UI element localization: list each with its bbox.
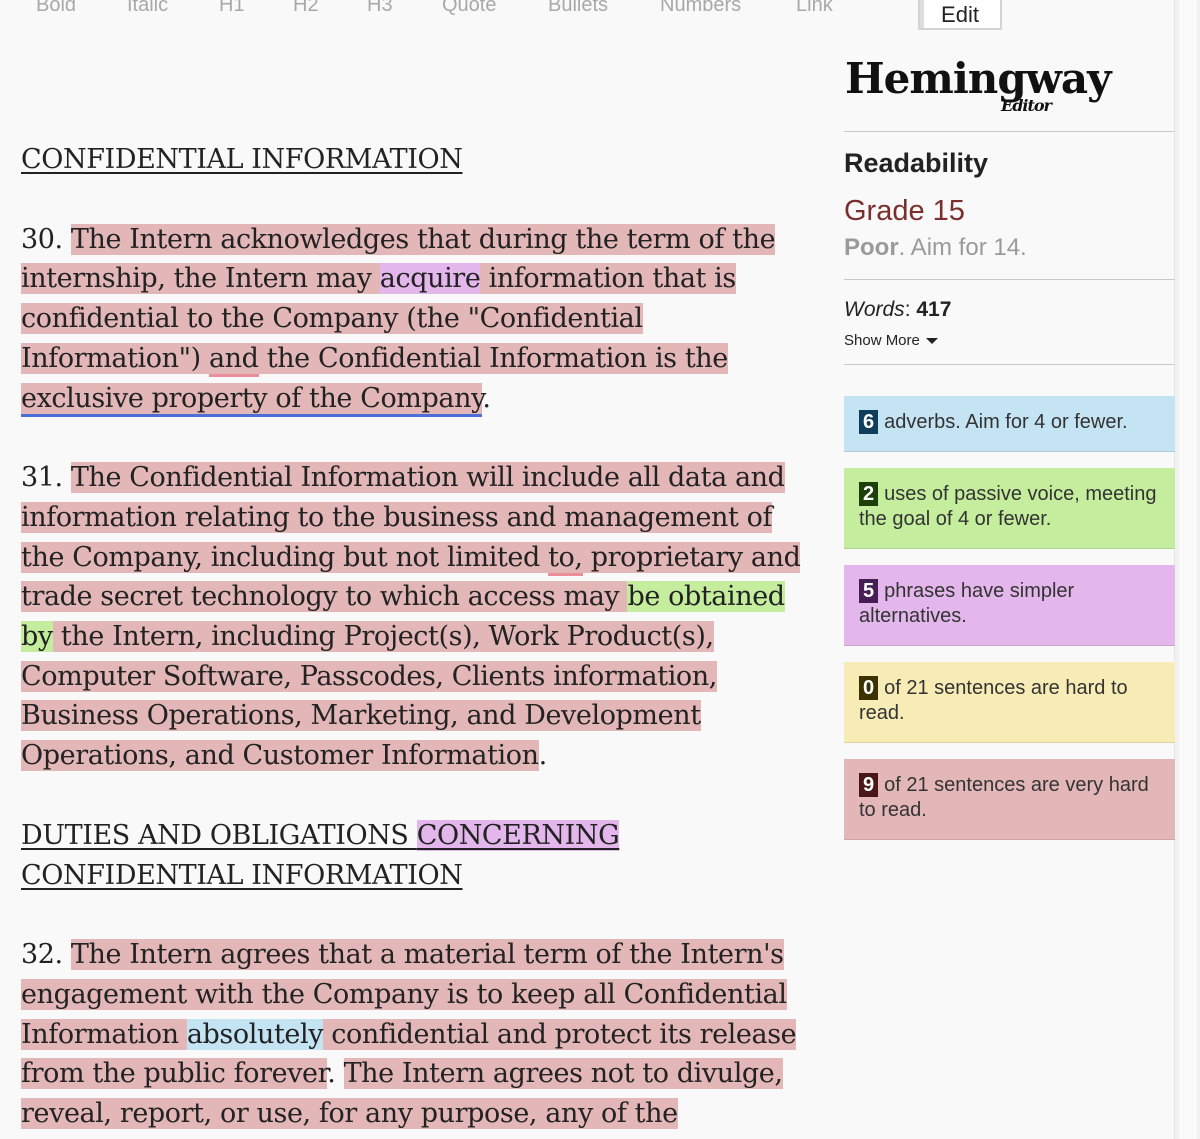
qualifier-underline: exclusive property of the Company <box>21 382 483 417</box>
adverbs-count-badge: 6 <box>859 410 879 434</box>
h1-button[interactable]: H1 <box>219 0 245 17</box>
hemingway-logo: Hemingway Editor <box>845 54 1175 124</box>
adverb-underline: and <box>208 342 259 377</box>
heading-text: DUTIES AND OBLIGATIONS <box>21 819 417 851</box>
link-button[interactable]: Link <box>796 0 833 17</box>
adverb-highlight: absolutely <box>186 1018 324 1050</box>
very-hard-card-text: of 21 sentences are very hard to read. <box>859 774 1149 821</box>
word-count: Words: 417 <box>844 298 1175 322</box>
passive-card-text: uses of passive voice, meeting the goal … <box>859 483 1157 530</box>
simpler-card-text: phrases have simpler alternatives. <box>859 580 1075 627</box>
sentence-text: the Confidential Information is the <box>258 342 729 374</box>
divider <box>844 131 1175 132</box>
grade-aim: . Aim for 14. <box>898 234 1027 261</box>
bold-button[interactable]: Bold <box>36 0 76 17</box>
heading-duties-and-obligations: DUTIES AND OBLIGATIONS CONCERNING CONFID… <box>21 816 821 895</box>
sentence-end: . <box>538 740 548 772</box>
adverb-underline: to, <box>548 541 583 576</box>
simpler-alternatives-card: 5 phrases have simpler alternatives. <box>844 565 1175 646</box>
very-hard-sentence: The Confidential Information will includ… <box>21 462 801 772</box>
clause-number: 31. <box>21 462 71 494</box>
scrollbar[interactable] <box>1174 0 1200 1139</box>
adverbs-card-text: adverbs. Aim for 4 or fewer. <box>884 411 1128 433</box>
hard-to-read-card: 0 of 21 sentences are hard to read. <box>844 662 1175 743</box>
passive-count-badge: 2 <box>859 482 879 506</box>
show-more-label: Show More <box>844 332 920 349</box>
scrollbar-thumb[interactable] <box>1179 0 1197 1139</box>
quote-button[interactable]: Quote <box>442 0 496 17</box>
heading-confidential-information: CONFIDENTIAL INFORMATION <box>21 144 463 175</box>
edit-button[interactable]: Edit <box>918 0 1002 30</box>
heading-text: CONFIDENTIAL INFORMATION <box>21 859 463 891</box>
grade-level: Grade 15 <box>844 195 965 227</box>
sentence-text: the Intern, including Project(s), Work P… <box>21 621 717 772</box>
passive-voice-card: 2 uses of passive voice, meeting the goal… <box>844 468 1175 549</box>
bullets-button[interactable]: Bullets <box>548 0 608 17</box>
hard-card-text: of 21 sentences are hard to read. <box>859 677 1128 724</box>
divider <box>844 364 1175 365</box>
simpler-count-badge: 5 <box>859 579 879 603</box>
divider <box>844 279 1175 280</box>
italic-button[interactable]: Italic <box>127 0 168 17</box>
grade-status: Poor <box>844 234 899 261</box>
numbers-button[interactable]: Numbers <box>660 0 741 17</box>
very-hard-sentence: The Intern acknowledges that during the … <box>21 223 776 417</box>
words-value: 417 <box>916 298 952 321</box>
h3-button[interactable]: H3 <box>367 0 393 17</box>
document-editor[interactable]: CONFIDENTIAL INFORMATION 30. The Intern … <box>21 140 821 1134</box>
logo-subtitle: Editor <box>1001 96 1052 115</box>
paragraph-32: 32. The Intern agrees that a material te… <box>21 935 821 1134</box>
adverbs-card: 6 adverbs. Aim for 4 or fewer. <box>844 396 1175 452</box>
simpler-alternative-highlight: acquire <box>379 263 481 295</box>
words-label: Words <box>844 298 905 321</box>
simpler-alternative-highlight: CONCERNING <box>416 819 620 851</box>
sentence-end: . <box>327 1058 344 1090</box>
clause-number: 32. <box>21 939 71 971</box>
clause-number: 30. <box>21 223 71 255</box>
words-separator: : <box>904 298 917 321</box>
paragraph-31: 31. The Confidential Information will in… <box>21 458 821 776</box>
logo-wordmark: Hemingway <box>845 54 1111 103</box>
readability-heading: Readability <box>844 148 989 178</box>
sentence-end: . <box>482 382 491 414</box>
hard-count-badge: 0 <box>859 676 879 700</box>
very-hard-to-read-card: 9 of 21 sentences are very hard to read. <box>844 759 1175 840</box>
paragraph-30: 30. The Intern acknowledges that during … <box>21 220 821 419</box>
show-more-toggle[interactable]: Show More <box>844 332 938 349</box>
very-hard-count-badge: 9 <box>859 773 879 797</box>
caret-down-icon <box>925 337 938 344</box>
h2-button[interactable]: H2 <box>293 0 319 17</box>
grade-note: Poor. Aim for 14. <box>844 234 1175 262</box>
sidebar: Hemingway Editor Readability Grade 15 Po… <box>844 54 1175 840</box>
